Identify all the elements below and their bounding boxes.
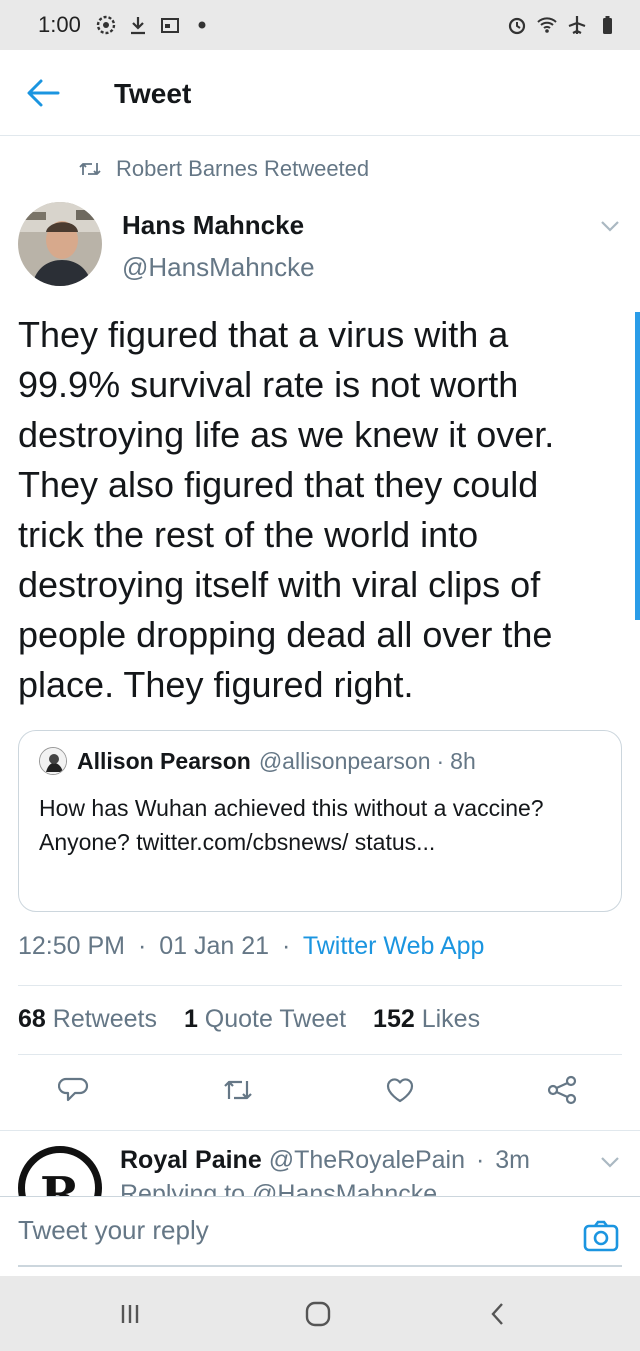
tweet-time: 12:50 PM — [18, 932, 126, 960]
retweet-icon — [79, 163, 101, 175]
retweets-stat[interactable]: 68 Retweets — [18, 1005, 157, 1033]
recent-apps-button[interactable] — [110, 1298, 150, 1330]
reply-composer — [0, 1196, 640, 1270]
reply-input[interactable] — [18, 1215, 558, 1246]
quote-tweets-stat[interactable]: 1 Quote Tweet — [184, 1005, 346, 1033]
tweet-actions — [0, 1070, 640, 1114]
quoted-separator: · — [436, 747, 445, 774]
reply-age: 3m — [495, 1146, 530, 1174]
like-button[interactable] — [380, 1070, 420, 1110]
share-button[interactable] — [542, 1070, 582, 1110]
top-app-bar: Tweet — [0, 50, 640, 136]
divider — [18, 1054, 622, 1055]
status-time: 1:00 — [38, 12, 81, 37]
reply-header: Royal Paine @TheRoyalePain · 3m — [120, 1146, 530, 1174]
back-button[interactable] — [478, 1298, 518, 1330]
replying-to[interactable]: Replying to @HansMahncke — [120, 1180, 437, 1196]
reply-author-handle[interactable]: @TheRoyalePain — [269, 1146, 465, 1174]
likes-stat[interactable]: 152 Likes — [373, 1005, 480, 1033]
quoted-avatar — [39, 747, 67, 775]
tweet-stats: 68 Retweets 1 Quote Tweet 152 Likes — [18, 1005, 500, 1034]
avatar[interactable] — [18, 202, 102, 286]
avatar-photo — [18, 202, 102, 286]
download-icon — [130, 17, 145, 35]
retweet-context[interactable]: Robert Barnes Retweeted — [78, 156, 369, 182]
reply-button[interactable] — [54, 1070, 94, 1110]
like-icon — [386, 1078, 414, 1103]
author-handle[interactable]: @HansMahncke — [122, 252, 315, 283]
dot-icon — [198, 21, 206, 29]
back-arrow-icon[interactable] — [26, 78, 60, 108]
wifi-icon — [537, 17, 557, 33]
quoted-author-name: Allison Pearson — [77, 747, 251, 774]
system-navigation-bar — [0, 1276, 640, 1351]
airplane-mode-icon — [568, 16, 586, 34]
home-button[interactable] — [298, 1298, 338, 1330]
calendar-icon — [160, 18, 179, 33]
retweet-icon — [224, 1080, 252, 1100]
share-icon — [547, 1075, 577, 1105]
settings-notification-icon — [96, 15, 116, 35]
quoted-tweet-text: How has Wuhan achieved this without a va… — [39, 795, 544, 855]
tweet-date: 01 Jan 21 — [159, 932, 270, 960]
retweet-button[interactable] — [218, 1070, 258, 1110]
camera-icon[interactable] — [582, 1219, 620, 1253]
quoted-author-handle: @allisonpearson — [258, 747, 431, 774]
chevron-down-icon[interactable] — [598, 1152, 622, 1172]
chevron-down-icon[interactable] — [598, 216, 622, 236]
home-icon — [305, 1301, 331, 1327]
quoted-tweet-card[interactable]: Allison Pearson @allisonpearson · 8h How… — [18, 730, 622, 912]
tweet-meta: 12:50 PM · 01 Jan 21 · Twitter Web App — [18, 932, 485, 960]
page-title: Tweet — [114, 78, 192, 109]
author-name[interactable]: Hans Mahncke — [122, 210, 304, 241]
alarm-icon — [508, 17, 526, 35]
quoted-age: 8h — [450, 747, 476, 774]
back-icon — [491, 1303, 503, 1325]
input-underline — [18, 1265, 622, 1267]
scrollbar[interactable] — [635, 312, 640, 620]
reply-icon — [58, 1077, 89, 1102]
retweet-context-label: Robert Barnes Retweeted — [116, 156, 370, 181]
status-bar: 1:00 — [0, 0, 640, 50]
reply-author-name[interactable]: Royal Paine — [120, 1146, 262, 1174]
tweet-source-link[interactable]: Twitter Web App — [303, 932, 485, 960]
recent-apps-icon — [121, 1305, 139, 1323]
battery-icon — [603, 16, 612, 34]
divider — [0, 1130, 640, 1131]
divider — [18, 985, 622, 986]
tweet-text: They figured that a virus with a 99.9% s… — [18, 314, 555, 705]
